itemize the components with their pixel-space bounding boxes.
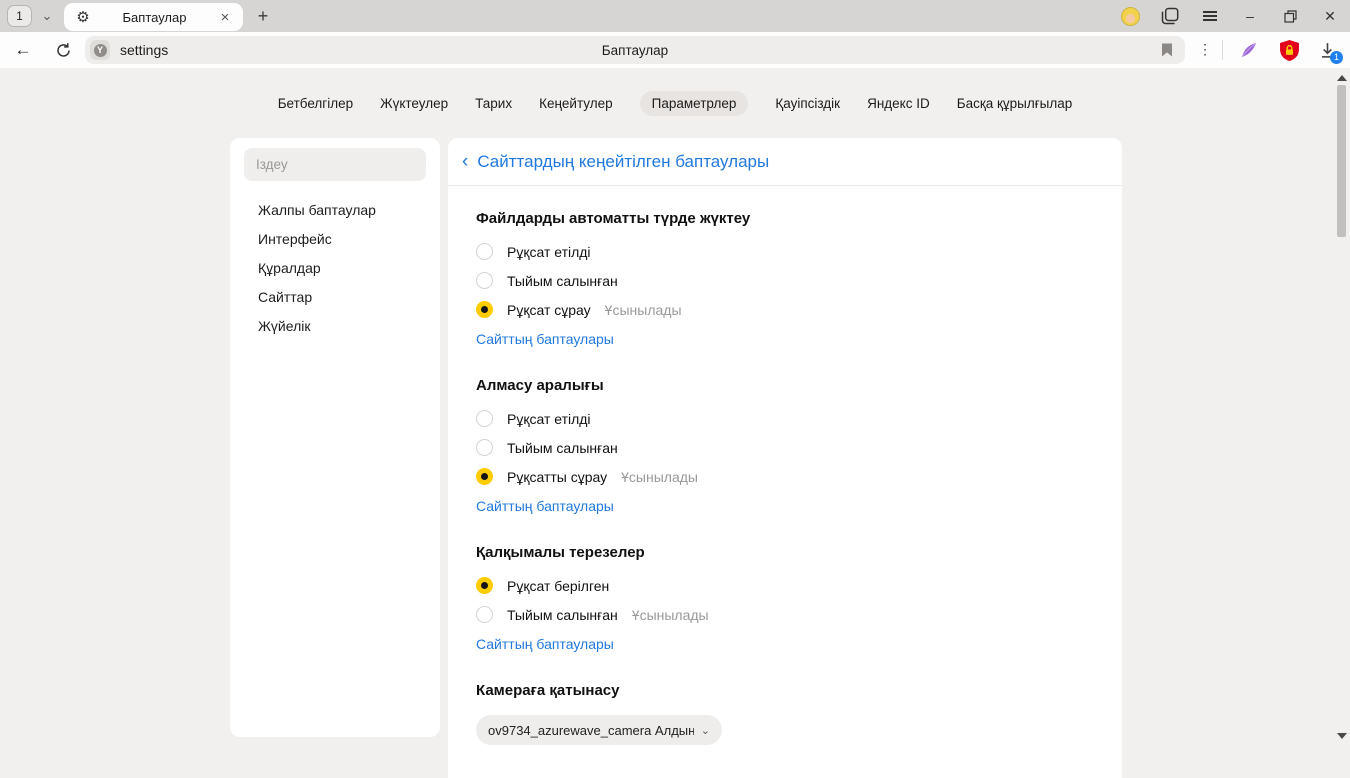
scroll-down-arrow[interactable]: [1337, 733, 1347, 739]
section-popups: Қалқымалы терезелер Рұқсат берілген Тыйы…: [476, 544, 1094, 654]
protect-shield-icon[interactable]: [1278, 39, 1300, 61]
tab-list-chevron-icon[interactable]: ⌄: [38, 5, 56, 27]
toolbar-divider: [1222, 40, 1223, 60]
browser-toolbar: ← Y settings Баптаулар ⋮ 1: [0, 32, 1350, 68]
section-camera: Камераға қатынасу ov9734_azurewave_camer…: [476, 682, 1094, 745]
sidebar-search[interactable]: [244, 148, 426, 181]
page-header[interactable]: ‹ Сайттардың кеңейтілген баптаулары: [448, 138, 1122, 186]
sidebar-item-tools[interactable]: Құралдар: [230, 253, 440, 282]
radio-option[interactable]: Рұқсат етілді: [476, 404, 1094, 433]
download-count-badge: 1: [1330, 51, 1343, 64]
nav-tab-settings[interactable]: Параметрлер: [640, 91, 749, 116]
feather-extension-icon[interactable]: [1238, 39, 1260, 61]
tab-close-icon[interactable]: ×: [216, 9, 234, 26]
tab-panels-icon[interactable]: [1158, 4, 1182, 28]
nav-tab-security[interactable]: Қауіпсіздік: [775, 91, 840, 116]
radio-icon-selected[interactable]: [476, 468, 493, 485]
chevron-down-icon: ⌄: [701, 724, 710, 737]
radio-icon-selected[interactable]: [476, 301, 493, 318]
sidebar-item-sites[interactable]: Сайттар: [230, 282, 440, 311]
sidebar-item-system[interactable]: Жүйелік: [230, 311, 440, 340]
radio-option[interactable]: Рұқсат етілді: [476, 237, 1094, 266]
profile-avatar[interactable]: [1118, 4, 1142, 28]
radio-option[interactable]: Рұқсат сұрау Ұсынылады: [476, 295, 1094, 324]
site-settings-link[interactable]: Сайттың баптаулары: [476, 636, 614, 652]
settings-top-nav: Бетбелгілер Жүктеулер Тарих Кеңейтулер П…: [0, 90, 1350, 117]
section-title: Қалқымалы терезелер: [476, 544, 1094, 561]
window-restore-button[interactable]: [1278, 4, 1302, 28]
radio-option[interactable]: Тыйым салынған: [476, 433, 1094, 462]
nav-tab-yandex-id[interactable]: Яндекс ID: [867, 91, 930, 116]
radio-option[interactable]: Тыйым салынған: [476, 266, 1094, 295]
nav-tab-other-devices[interactable]: Басқа құрылғылар: [957, 91, 1073, 116]
site-settings-link[interactable]: Сайттың баптаулары: [476, 331, 614, 347]
back-chevron-icon[interactable]: ‹: [462, 152, 468, 171]
radio-icon[interactable]: [476, 243, 493, 260]
radio-option[interactable]: Рұқсат берілген: [476, 571, 1094, 600]
page-title: Баптаулар: [85, 43, 1185, 58]
address-bar[interactable]: Y settings Баптаулар: [85, 36, 1185, 64]
search-input[interactable]: [244, 157, 426, 172]
menu-icon[interactable]: [1198, 4, 1222, 28]
scrollbar-thumb[interactable]: [1337, 85, 1346, 237]
section-clipboard: Алмасу аралығы Рұқсат етілді Тыйым салын…: [476, 377, 1094, 516]
settings-gear-icon: ⚙: [73, 8, 93, 26]
sidebar-item-general[interactable]: Жалпы баптаулар: [230, 195, 440, 224]
section-title: Файлдарды автоматты түрде жүктеу: [476, 210, 1094, 227]
section-title: Камераға қатынасу: [476, 682, 1094, 699]
tab-title: Баптаулар: [93, 10, 216, 25]
site-favicon[interactable]: Y: [90, 40, 110, 60]
bookmark-icon[interactable]: [1161, 43, 1173, 57]
page-scrollbar[interactable]: [1333, 68, 1350, 745]
camera-device-select[interactable]: ov9734_azurewave_camera Алдыңғы ⌄: [476, 715, 722, 745]
back-button[interactable]: ←: [10, 37, 36, 63]
recommended-badge: Ұсынылады: [632, 607, 709, 623]
url-text: settings: [120, 42, 168, 58]
radio-icon[interactable]: [476, 410, 493, 427]
nav-tab-history[interactable]: Тарих: [475, 91, 512, 116]
nav-tab-bookmarks[interactable]: Бетбелгілер: [278, 91, 353, 116]
downloads-icon[interactable]: 1: [1316, 39, 1338, 61]
settings-sidebar: Жалпы баптаулар Интерфейс Құралдар Сайтт…: [230, 138, 440, 737]
sidebar-list: Жалпы баптаулар Интерфейс Құралдар Сайтт…: [230, 195, 440, 340]
sidebar-item-interface[interactable]: Интерфейс: [230, 224, 440, 253]
settings-main-panel: ‹ Сайттардың кеңейтілген баптаулары Файл…: [448, 138, 1122, 778]
recommended-badge: Ұсынылады: [605, 302, 682, 318]
radio-icon-selected[interactable]: [476, 577, 493, 594]
reload-button[interactable]: [50, 37, 76, 63]
toolbar-kebab-menu[interactable]: ⋮: [1198, 41, 1212, 58]
section-title: Алмасу аралығы: [476, 377, 1094, 394]
scroll-up-arrow[interactable]: [1337, 75, 1347, 81]
radio-option[interactable]: Рұқсатты сұрау Ұсынылады: [476, 462, 1094, 491]
page-header-title: Сайттардың кеңейтілген баптаулары: [477, 152, 769, 172]
tab-counter-button[interactable]: 1: [7, 5, 32, 27]
recommended-badge: Ұсынылады: [621, 469, 698, 485]
browser-tab-bar: 1 ⌄ ⚙ Баптаулар × + – ✕: [0, 0, 1350, 32]
window-minimize-button[interactable]: –: [1238, 4, 1262, 28]
avatar-icon: [1121, 7, 1140, 26]
radio-icon[interactable]: [476, 606, 493, 623]
radio-icon[interactable]: [476, 439, 493, 456]
site-settings-link[interactable]: Сайттың баптаулары: [476, 498, 614, 514]
radio-icon[interactable]: [476, 272, 493, 289]
active-tab[interactable]: ⚙ Баптаулар ×: [64, 3, 243, 31]
section-auto-download: Файлдарды автоматты түрде жүктеу Рұқсат …: [476, 210, 1094, 349]
window-close-button[interactable]: ✕: [1318, 4, 1342, 28]
new-tab-button[interactable]: +: [250, 4, 276, 29]
radio-option[interactable]: Тыйым салынған Ұсынылады: [476, 600, 1094, 629]
nav-tab-downloads[interactable]: Жүктеулер: [380, 91, 448, 116]
nav-tab-extensions[interactable]: Кеңейтулер: [539, 91, 613, 116]
